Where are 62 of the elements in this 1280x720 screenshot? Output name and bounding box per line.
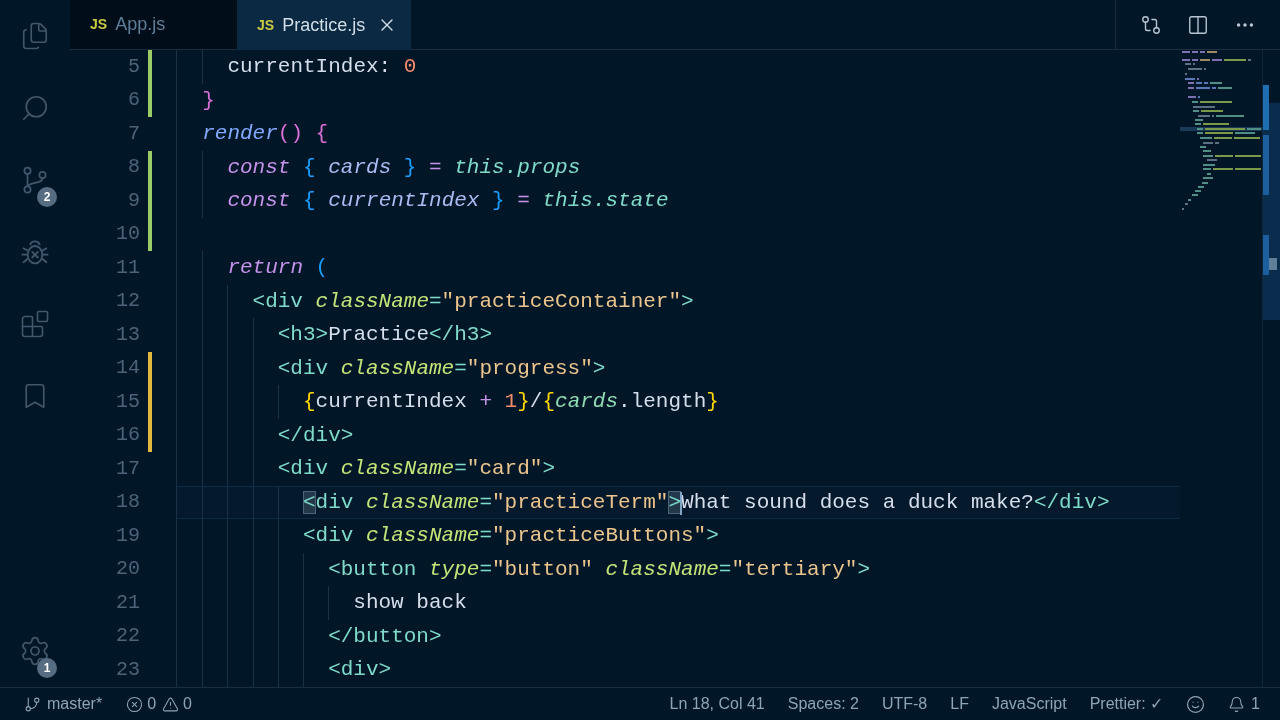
code-line: </button>	[328, 623, 442, 650]
code-line: currentIndex: 0	[227, 54, 417, 80]
branch-status-item[interactable]: master*	[24, 692, 103, 716]
status-item[interactable]: Spaces: 2	[787, 692, 859, 716]
line-number: 6	[127, 87, 140, 114]
status-item[interactable]: UTF-8	[881, 692, 928, 716]
line-number: 11	[115, 254, 140, 281]
scrollbar-drawing[interactable]	[1263, 85, 1280, 320]
line-number: 13	[115, 321, 140, 348]
code-line: return (	[227, 255, 329, 281]
branch-icon	[24, 695, 41, 713]
columns-icon[interactable]	[1187, 13, 1209, 36]
line-number: 5	[127, 53, 140, 80]
notifications-status-item[interactable]: 1	[1228, 692, 1260, 716]
status-item[interactable]: JavaScript	[991, 692, 1067, 716]
line-number: 20	[115, 556, 140, 583]
line-number: 17	[115, 455, 140, 482]
line-number: 12	[115, 288, 140, 315]
count-badge: 2	[37, 187, 57, 207]
code-line: <div>	[328, 657, 392, 683]
text-cursor	[680, 491, 682, 515]
line-number: 10	[115, 221, 140, 248]
smiley-icon[interactable]	[1186, 694, 1206, 714]
line-number: 18	[115, 489, 140, 516]
code-line: const { cards } = this.props	[227, 154, 581, 181]
status-item[interactable]: Ln 18, Col 41	[669, 692, 765, 716]
line-number: 15	[115, 388, 140, 415]
files-icon[interactable]	[20, 21, 50, 51]
line-number: 19	[115, 522, 140, 549]
problems-status-item[interactable]: 0 0	[126, 692, 192, 716]
code-line: <div className="progress">	[277, 355, 606, 382]
code-line: <h3>Practice</h3>	[277, 322, 492, 348]
code-line: </div>	[277, 422, 354, 449]
minimap-drawing[interactable]	[1180, 50, 1262, 211]
code-line: {currentIndex + 1}/{cards.length}	[302, 389, 719, 415]
count-badge: 1	[37, 658, 57, 678]
tab[interactable]: JS App.js	[70, 0, 237, 50]
code-line: }	[202, 87, 215, 114]
line-number: 16	[115, 422, 140, 449]
line-number: 7	[127, 120, 140, 147]
line-number: 8	[127, 154, 140, 181]
code-line: <div className="practiceContainer">	[252, 288, 694, 315]
status-item[interactable]: Prettier: ✓	[1089, 692, 1164, 716]
git-compare-icon[interactable]	[1140, 13, 1162, 36]
code-line: const { currentIndex } = this.state	[227, 188, 669, 214]
code-line: show back	[353, 590, 467, 616]
line-number: 23	[115, 656, 140, 683]
bell-icon	[1228, 695, 1246, 713]
code-line: render() {	[202, 121, 329, 147]
code-line: <button type="button" className="tertiary">	[328, 556, 871, 583]
status-item[interactable]: LF	[950, 692, 969, 716]
line-number: 22	[115, 623, 140, 650]
code-line: <div className="card">	[277, 456, 556, 482]
code-line: <div className="practiceButtons">	[302, 523, 719, 549]
tab[interactable]: JS Practice.js	[237, 0, 412, 50]
line-number: 21	[115, 589, 140, 616]
line-number: 9	[127, 187, 140, 214]
warning-icon	[162, 695, 180, 713]
search-icon[interactable]	[20, 93, 50, 123]
error-icon	[126, 695, 144, 713]
blocks-icon[interactable]	[20, 309, 50, 339]
line-number: 14	[115, 355, 140, 382]
